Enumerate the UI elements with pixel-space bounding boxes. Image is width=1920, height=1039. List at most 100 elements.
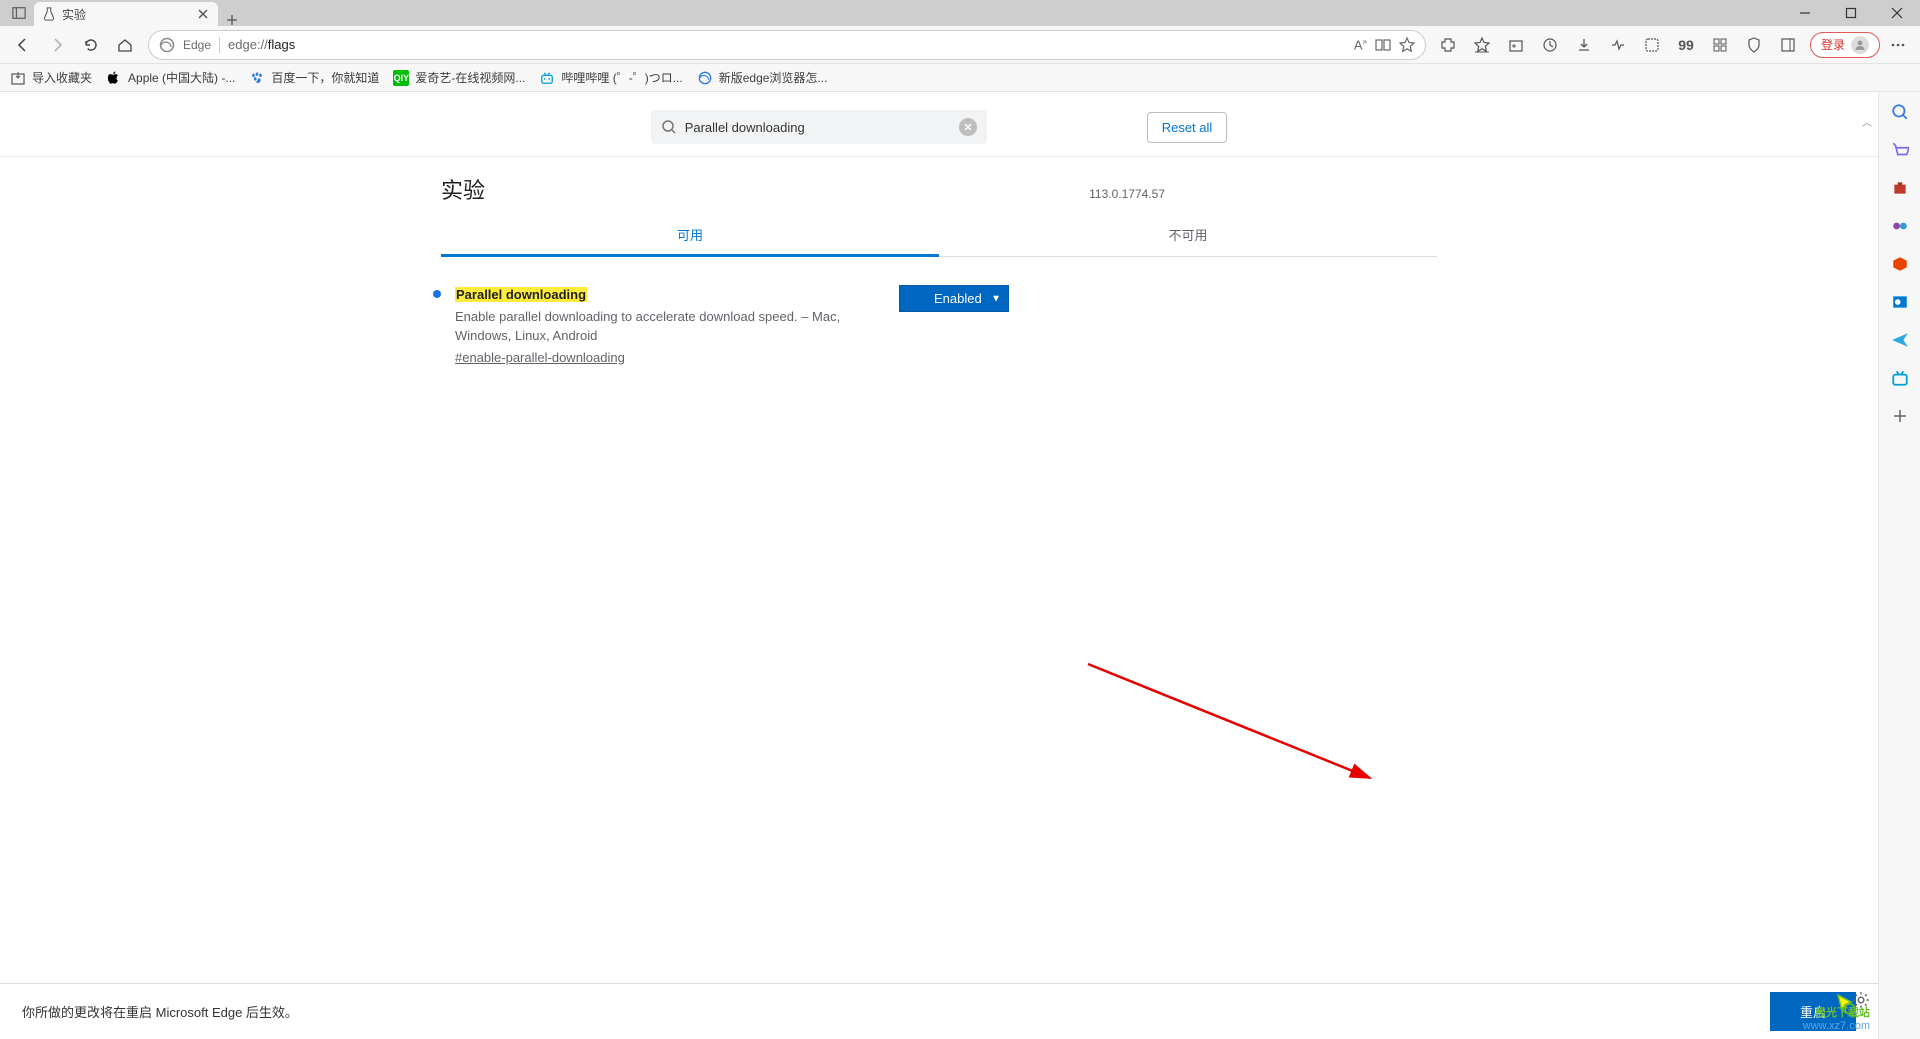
bookmark-item[interactable]: Apple (中国大陆) -... bbox=[106, 69, 235, 86]
search-icon bbox=[661, 119, 677, 135]
sidebar-shopping-icon[interactable] bbox=[1890, 140, 1910, 160]
window-titlebar: 实验 bbox=[0, 0, 1920, 26]
browser-toolbar: Edge edge://flags A» 99 登录 bbox=[0, 26, 1920, 64]
sidebar-games-icon[interactable] bbox=[1890, 216, 1910, 236]
annotation-arrow bbox=[1086, 662, 1386, 792]
side-panel-icon[interactable] bbox=[1772, 30, 1804, 60]
search-clear-button[interactable] bbox=[959, 118, 977, 136]
sidebar-bilibili-icon[interactable] bbox=[1890, 368, 1910, 388]
forward-button[interactable] bbox=[40, 30, 74, 60]
import-icon bbox=[10, 70, 26, 86]
bullet-icon bbox=[433, 290, 441, 298]
import-label: 导入收藏夹 bbox=[32, 69, 92, 86]
more-menu-icon[interactable] bbox=[1882, 30, 1914, 60]
sidebar-add-icon[interactable] bbox=[1890, 406, 1910, 426]
flags-header: Reset all ︿ bbox=[0, 92, 1878, 157]
bookmark-item[interactable]: 百度一下，你就知道 bbox=[249, 69, 379, 86]
login-button[interactable]: 登录 bbox=[1810, 32, 1880, 58]
bookmarks-bar: 导入收藏夹 Apple (中国大陆) -... 百度一下，你就知道 QIY 爱奇… bbox=[0, 64, 1920, 92]
flag-hash-link[interactable]: #enable-parallel-downloading bbox=[455, 348, 625, 368]
reset-all-button[interactable]: Reset all bbox=[1147, 112, 1228, 143]
avatar-icon bbox=[1851, 36, 1869, 54]
back-button[interactable] bbox=[6, 30, 40, 60]
reload-button[interactable] bbox=[74, 30, 108, 60]
shield-icon[interactable] bbox=[1738, 30, 1770, 60]
restart-banner: 你所做的更改将在重启 Microsoft Edge 后生效。 重启 bbox=[0, 983, 1878, 1039]
bookmark-label: Apple (中国大陆) -... bbox=[128, 69, 235, 86]
home-button[interactable] bbox=[108, 30, 142, 60]
flag-name: Parallel downloading bbox=[455, 287, 587, 302]
window-maximize-button[interactable] bbox=[1828, 0, 1874, 26]
collections-icon[interactable] bbox=[1500, 30, 1532, 60]
sidebar-outlook-icon[interactable] bbox=[1890, 292, 1910, 312]
flag-text-block: Parallel downloading Enable parallel dow… bbox=[455, 285, 875, 367]
edge-favicon-icon bbox=[697, 70, 713, 86]
quote-icon[interactable]: 99 bbox=[1670, 30, 1702, 60]
tab-strip: 实验 bbox=[34, 0, 246, 26]
sidebar-search-icon[interactable] bbox=[1890, 102, 1910, 122]
extensions-icon[interactable] bbox=[1432, 30, 1464, 60]
bookmark-item[interactable]: 哔哩哔哩 (゜-゜)つロ... bbox=[539, 69, 682, 86]
window-controls bbox=[1782, 0, 1920, 26]
performance-icon[interactable] bbox=[1602, 30, 1634, 60]
baidu-favicon-icon bbox=[249, 70, 265, 86]
content-wrap: Reset all ︿ 实验 113.0.1774.57 可用 不可用 Para… bbox=[0, 92, 1920, 1039]
address-separator bbox=[219, 37, 220, 53]
import-bookmarks-button[interactable]: 导入收藏夹 bbox=[10, 69, 92, 86]
flag-state-select[interactable]: Enabled bbox=[899, 285, 1009, 312]
window-close-button[interactable] bbox=[1874, 0, 1920, 26]
flags-search-input[interactable] bbox=[685, 120, 951, 135]
bookmark-label: 百度一下，你就知道 bbox=[271, 69, 379, 86]
tab-actions-icon[interactable] bbox=[8, 6, 30, 20]
tab-available[interactable]: 可用 bbox=[441, 215, 939, 257]
reader-icon[interactable] bbox=[1375, 37, 1391, 53]
browser-tab-active[interactable]: 实验 bbox=[34, 2, 218, 26]
main-content: Reset all ︿ 实验 113.0.1774.57 可用 不可用 Para… bbox=[0, 92, 1878, 1039]
window-minimize-button[interactable] bbox=[1782, 0, 1828, 26]
downloads-icon[interactable] bbox=[1568, 30, 1600, 60]
flags-tabs: 可用 不可用 bbox=[441, 215, 1437, 257]
bilibili-favicon-icon bbox=[539, 70, 555, 86]
watermark-line2: www.xz7.com bbox=[1803, 1020, 1870, 1033]
page-title: 实验 bbox=[441, 173, 485, 205]
bookmark-label: 爱奇艺-在线视频网... bbox=[415, 69, 525, 86]
right-sidebar bbox=[1878, 92, 1920, 1039]
experiments-header: 实验 113.0.1774.57 bbox=[441, 173, 1437, 215]
iqiyi-favicon-icon: QIY bbox=[393, 70, 409, 86]
flag-state-select-wrap: Enabled ▼ bbox=[899, 285, 1009, 312]
new-tab-button[interactable] bbox=[218, 14, 246, 26]
flag-entry: Parallel downloading Enable parallel dow… bbox=[441, 257, 1437, 367]
flag-description: Enable parallel downloading to accelerat… bbox=[455, 307, 875, 346]
bookmark-label: 新版edge浏览器怎... bbox=[719, 69, 828, 86]
titlebar-left bbox=[0, 0, 30, 26]
address-bar[interactable]: Edge edge://flags A» bbox=[148, 30, 1426, 60]
address-edge-label: Edge bbox=[183, 38, 211, 52]
sidebar-send-icon[interactable] bbox=[1890, 330, 1910, 350]
toolbar-right: 99 登录 bbox=[1432, 30, 1914, 60]
history-icon[interactable] bbox=[1534, 30, 1566, 60]
scroll-up-icon[interactable]: ︿ bbox=[1862, 114, 1872, 129]
flask-icon bbox=[42, 7, 56, 21]
restart-message: 你所做的更改将在重启 Microsoft Edge 后生效。 bbox=[22, 1002, 298, 1021]
sidebar-office-icon[interactable] bbox=[1890, 254, 1910, 274]
tab-unavailable[interactable]: 不可用 bbox=[939, 215, 1437, 256]
address-url: edge://flags bbox=[228, 37, 1346, 52]
bookmark-label: 哔哩哔哩 (゜-゜)つロ... bbox=[561, 69, 682, 86]
sidebar-tools-icon[interactable] bbox=[1890, 178, 1910, 198]
edge-logo-icon bbox=[159, 37, 175, 53]
flags-body: 实验 113.0.1774.57 可用 不可用 Parallel downloa… bbox=[441, 157, 1437, 367]
tab-close-button[interactable] bbox=[196, 7, 210, 21]
apple-favicon-icon bbox=[106, 70, 122, 86]
favorites-icon[interactable] bbox=[1466, 30, 1498, 60]
text-size-icon[interactable]: A» bbox=[1354, 37, 1367, 52]
login-label: 登录 bbox=[1821, 36, 1845, 53]
flags-search-box[interactable] bbox=[651, 110, 987, 144]
watermark-line1: 极光下载站 bbox=[1803, 1007, 1870, 1020]
watermark: 极光下载站 www.xz7.com bbox=[1803, 1007, 1870, 1033]
version-text: 113.0.1774.57 bbox=[1089, 187, 1165, 201]
bookmark-item[interactable]: 新版edge浏览器怎... bbox=[697, 69, 828, 86]
apps-icon[interactable] bbox=[1704, 30, 1736, 60]
bookmark-item[interactable]: QIY 爱奇艺-在线视频网... bbox=[393, 69, 525, 86]
screenshot-icon[interactable] bbox=[1636, 30, 1668, 60]
favorite-star-icon[interactable] bbox=[1399, 37, 1415, 53]
